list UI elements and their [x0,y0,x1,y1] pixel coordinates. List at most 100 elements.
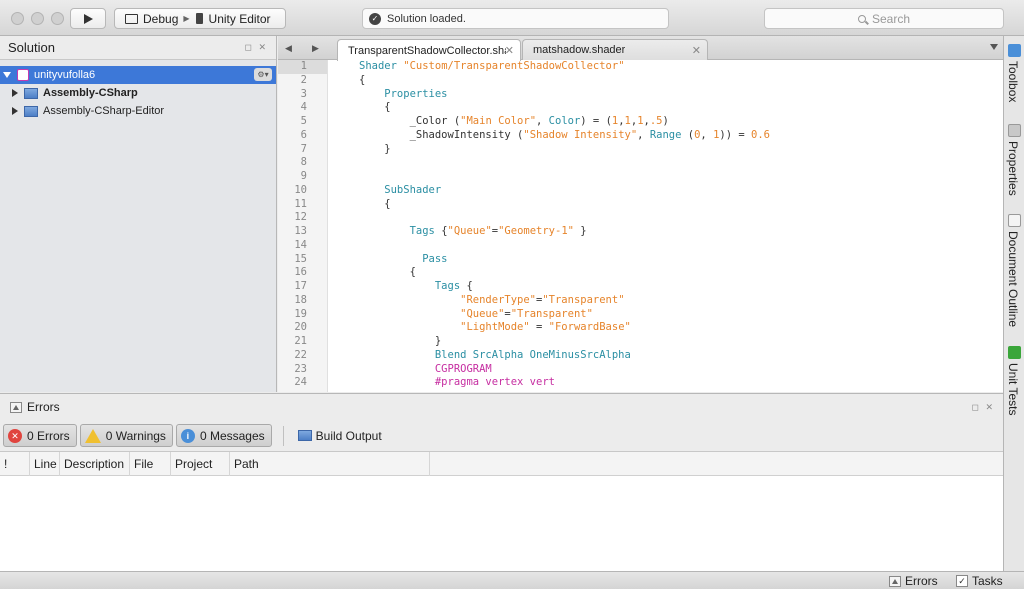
line-number: 18 [294,293,307,306]
code-line[interactable] [328,170,1003,184]
code-line[interactable] [328,211,1003,225]
code-token: ) = ( [580,115,612,127]
code-line[interactable]: { [328,74,1003,88]
chevron-down-icon[interactable] [990,44,998,50]
code-token: } [359,335,442,347]
close-icon[interactable]: ✕ [505,44,514,57]
right-dock-bar: Toolbox Properties Document Outline Unit… [1003,36,1024,571]
code-line[interactable]: "RenderType"="Transparent" [328,294,1003,308]
errors-filter-button[interactable]: ✕ 0 Errors [3,424,77,447]
code-line[interactable]: Pass [328,253,1003,267]
dock-toolbox[interactable]: Toolbox [1004,44,1024,124]
code-token: , [536,115,549,127]
code-line[interactable]: } [328,335,1003,349]
pad-controls[interactable]: ◻ ✕ [971,402,995,413]
dock-unit-tests[interactable]: Unit Tests [1004,346,1024,426]
errors-pad-header: Errors ◻ ✕ [0,394,1003,420]
code-line[interactable]: SubShader [328,184,1003,198]
code-line[interactable]: { [328,101,1003,115]
code-token: { [359,73,366,86]
configuration-selector[interactable]: Debug ▶ Unity Editor [114,8,286,29]
bottom-status-bar: Errors ✓ Tasks [0,571,1024,589]
code-line[interactable]: "Queue"="Transparent" [328,308,1003,322]
messages-filter-button[interactable]: i 0 Messages [175,424,272,447]
code-line[interactable]: _Color ("Main Color", Color) = (1,1,1,.5… [328,115,1003,129]
column-header[interactable]: Project [171,451,230,476]
status-display: ✓ Solution loaded. [362,8,669,29]
code-token: "Transparent" [542,293,625,306]
code-token: Properties [359,87,448,100]
code-token: } [359,142,391,155]
code-line[interactable]: { [328,198,1003,212]
tab-transparent-shadow-collector[interactable]: TransparentShadowCollector.shader ✕ [337,39,521,61]
play-icon [84,14,93,24]
search-input[interactable]: Search [764,8,1004,29]
code-line[interactable]: Shader "Custom/TransparentShadowCollecto… [328,60,1003,74]
tab-matshadow[interactable]: matshadow.shader ✕ [522,39,708,60]
code-token: "ForwardBase" [548,321,631,334]
errors-pad-toggle[interactable]: Errors [889,573,938,589]
line-number: 8 [300,156,307,169]
code-line[interactable]: } [328,143,1003,157]
unit-tests-icon [1008,346,1021,359]
code-line[interactable]: "LightMode" = "ForwardBase" [328,321,1003,335]
zoom-window-button[interactable] [51,12,64,25]
code-line[interactable]: #pragma vertex vert [328,376,1003,390]
code-token: "RenderType" [359,293,537,306]
close-icon[interactable]: ✕ [692,44,701,57]
column-header[interactable]: Path [230,451,430,476]
pad-toggle-icon[interactable] [10,401,22,413]
build-output-label: Build Output [315,428,382,443]
errors-pad: Errors ◻ ✕ ✕ 0 Errors 0 Warnings i 0 Mes… [0,393,1003,571]
messages-filter-label: 0 Messages [199,428,265,443]
code-token: _ShadowIntensity ( [359,128,524,141]
code-line[interactable]: { [328,266,1003,280]
run-button[interactable] [70,8,106,29]
error-icon: ✕ [8,428,22,443]
code-line[interactable]: Blend SrcAlpha OneMinusSrcAlpha [328,349,1003,363]
dock-document-outline[interactable]: Document Outline [1004,214,1024,344]
code-line[interactable]: _ShadowIntensity ("Shadow Intensity", Ra… [328,129,1003,143]
pad-controls[interactable]: ◻ ✕ [244,42,268,53]
tasks-pad-toggle[interactable]: ✓ Tasks [956,573,1003,589]
column-header[interactable]: Description [60,451,130,476]
document-outline-icon [1008,214,1021,227]
tab-label: matshadow.shader [533,44,626,56]
code-line[interactable]: CGPROGRAM [328,363,1003,377]
code-line[interactable] [328,156,1003,170]
solution-root-label: unityvufolla6 [34,69,96,81]
code-text-area[interactable]: Shader "Custom/TransparentShadowCollecto… [328,60,1003,392]
errors-filter-label: 0 Errors [27,428,70,443]
code-token: "LightMode" [359,321,530,334]
code-line[interactable]: Properties [328,88,1003,102]
column-header[interactable]: ! [0,451,30,476]
dock-label: Toolbox [1006,61,1020,103]
code-line[interactable] [328,239,1003,253]
dock-label: Document Outline [1006,231,1020,328]
code-line[interactable]: Tags { [328,280,1003,294]
disclosure-closed-icon[interactable] [12,89,18,97]
column-header[interactable]: Line [30,451,60,476]
errors-toolbar: ✕ 0 Errors 0 Warnings i 0 Messages Build… [0,420,1003,452]
forward-arrow-icon[interactable]: ▶ [312,43,319,54]
disclosure-open-icon[interactable] [3,72,11,78]
project-item-assembly-csharp[interactable]: Assembly-CSharp [0,84,276,102]
code-token: #pragma vertex vert [359,376,555,389]
close-window-button[interactable] [11,12,24,25]
column-header[interactable]: File [130,451,171,476]
code-token: { [359,197,391,210]
code-line[interactable]: Tags {"Queue"="Geometry-1" } [328,225,1003,239]
project-label: Assembly-CSharp [43,87,138,99]
solution-pad-title: Solution [8,40,55,55]
project-item-assembly-csharp-editor[interactable]: Assembly-CSharp-Editor [0,102,276,120]
build-output-button[interactable]: Build Output [294,429,386,443]
warnings-filter-button[interactable]: 0 Warnings [79,424,173,447]
solution-root-item[interactable]: unityvufolla6 ⚙▾ [0,66,276,84]
dock-properties[interactable]: Properties [1004,124,1024,214]
code-token: , [700,128,714,141]
gear-icon[interactable]: ⚙▾ [254,68,272,81]
minimize-window-button[interactable] [31,12,44,25]
code-token: Blend SrcAlpha OneMinusSrcAlpha [359,348,631,361]
disclosure-closed-icon[interactable] [12,107,18,115]
back-arrow-icon[interactable]: ◀ [285,43,292,54]
